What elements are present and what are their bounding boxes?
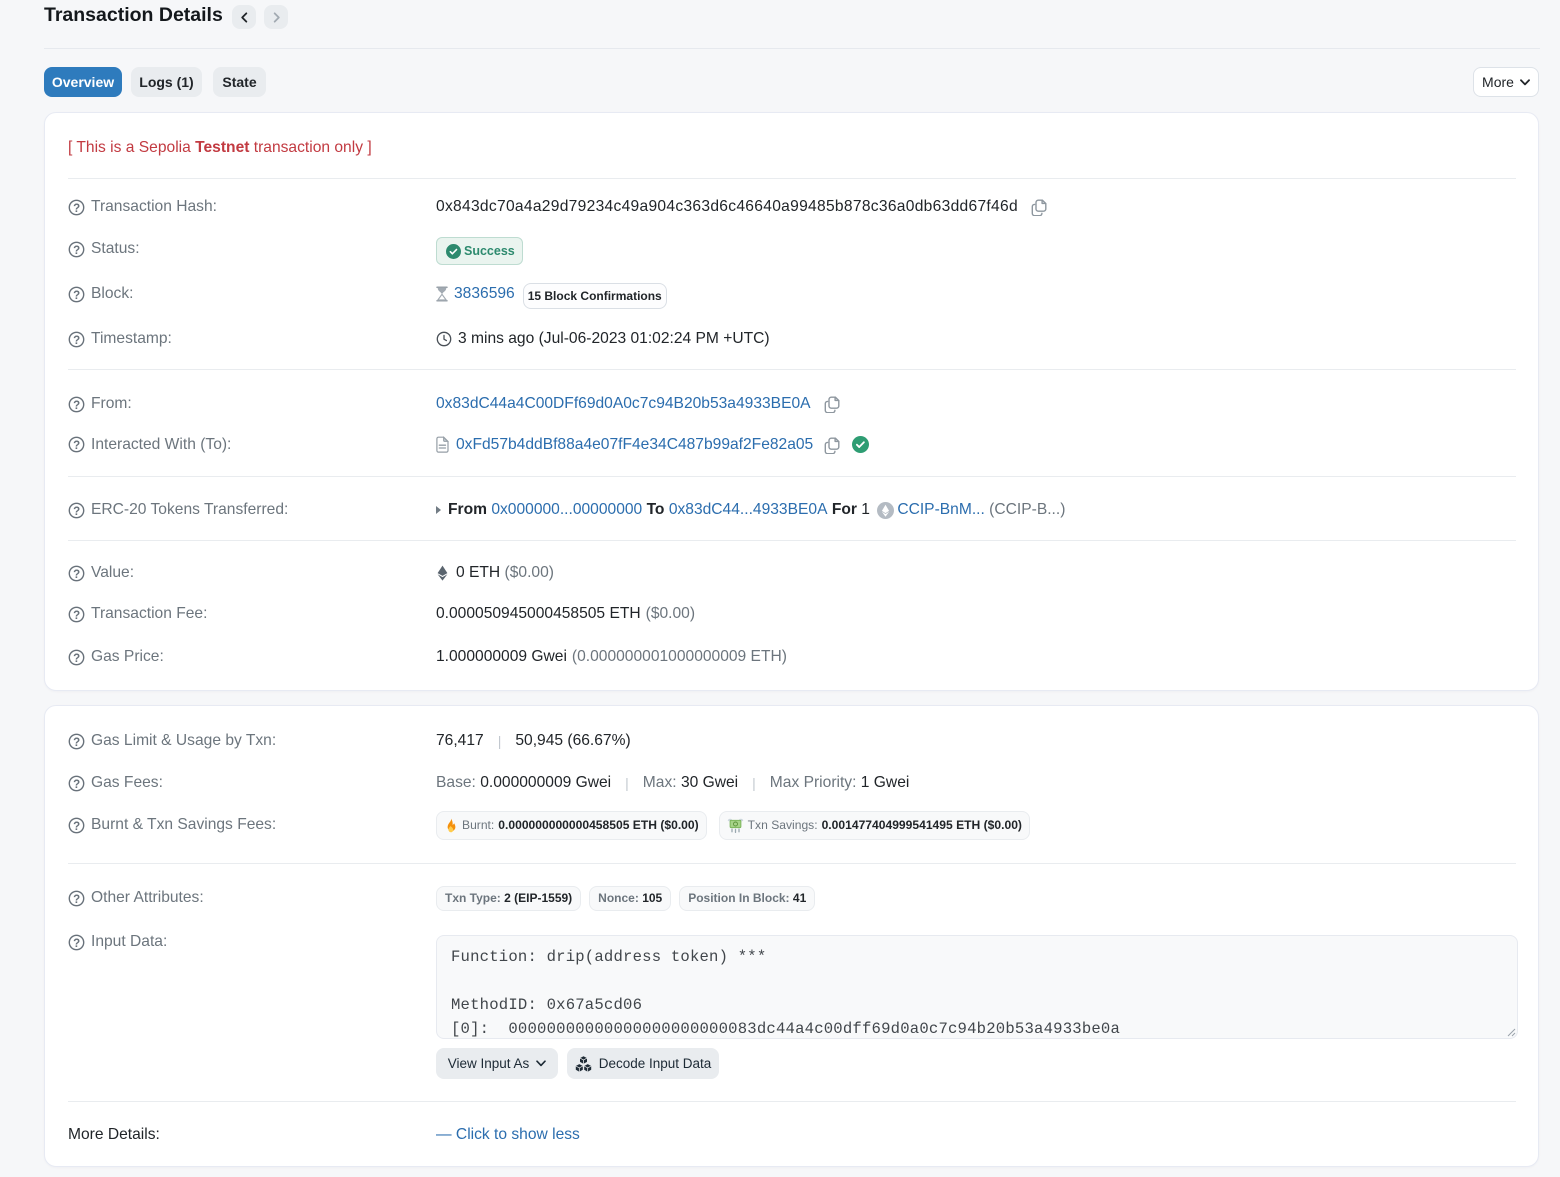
svg-text:?: ? (73, 609, 80, 621)
svg-text:?: ? (73, 334, 80, 346)
svg-text:?: ? (73, 893, 80, 905)
svg-text:?: ? (73, 505, 80, 517)
svg-text:?: ? (73, 440, 80, 452)
svg-text:?: ? (73, 244, 80, 256)
svg-text:?: ? (73, 202, 80, 214)
svg-text:?: ? (73, 568, 80, 580)
svg-text:?: ? (73, 652, 80, 664)
svg-text:?: ? (73, 820, 80, 832)
svg-text:?: ? (73, 937, 80, 949)
svg-text:?: ? (73, 736, 80, 748)
svg-text:?: ? (73, 778, 80, 790)
svg-text:?: ? (73, 289, 80, 301)
svg-text:?: ? (73, 399, 80, 411)
